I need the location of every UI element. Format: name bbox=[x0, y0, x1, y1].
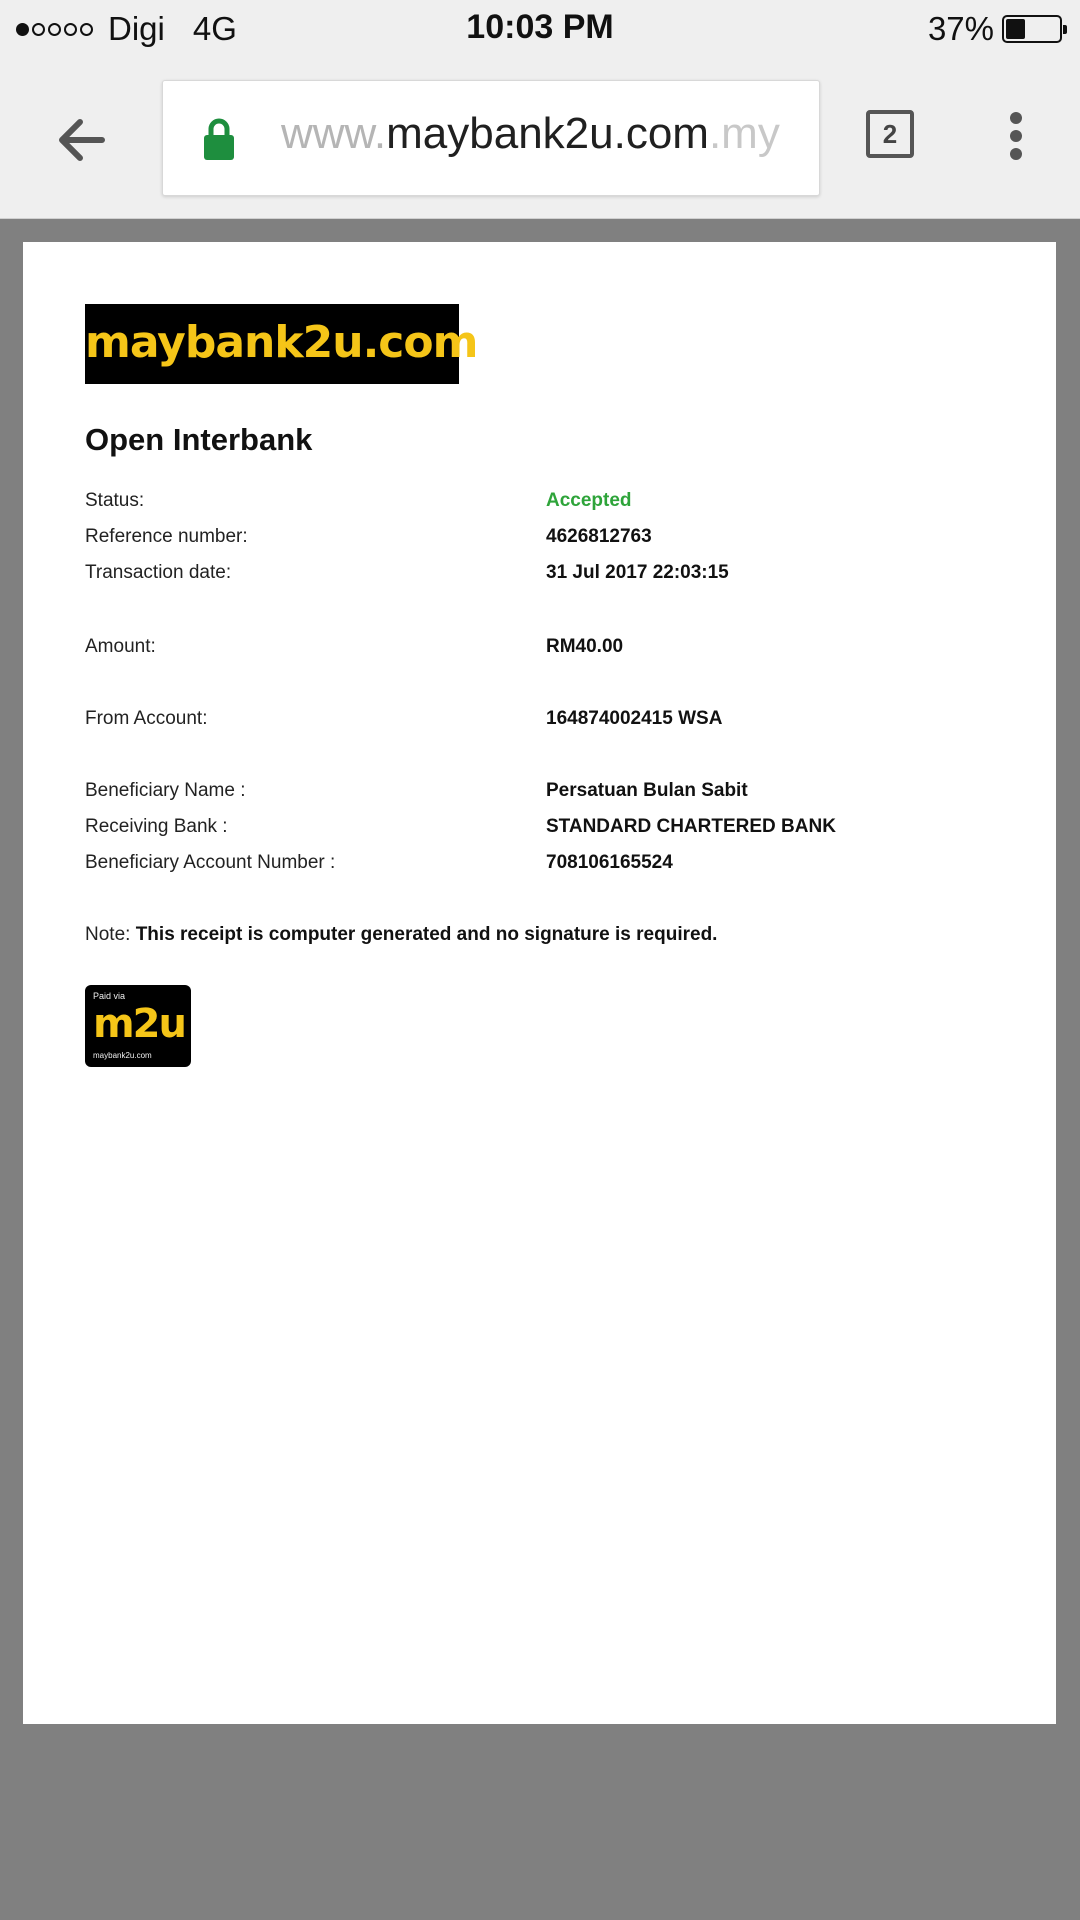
lock-icon bbox=[204, 118, 234, 160]
status-bar-right: 37% bbox=[927, 10, 1067, 48]
from-account-label: From Account: bbox=[85, 708, 208, 729]
back-button[interactable] bbox=[52, 110, 112, 170]
beneficiary-name-label: Beneficiary Name : bbox=[85, 780, 246, 801]
status-time: 10:03 PM bbox=[466, 8, 614, 46]
back-arrow-icon bbox=[59, 119, 105, 161]
note-prefix: Note: bbox=[85, 924, 131, 945]
status-bar: Digi 4G 10:03 PM 37% bbox=[0, 0, 1080, 60]
paid-via-m2u-badge: Paid via m2u maybank2u.com bbox=[85, 985, 191, 1067]
more-vertical-icon bbox=[1004, 112, 1028, 160]
overflow-menu-button[interactable] bbox=[1004, 112, 1028, 168]
reference-value: 4626812763 bbox=[546, 526, 652, 547]
url-prefix: www. bbox=[281, 109, 387, 158]
beneficiary-account-value: 708106165524 bbox=[546, 852, 673, 873]
reference-label: Reference number: bbox=[85, 526, 248, 547]
tab-switcher-button[interactable]: 2 bbox=[866, 110, 914, 158]
browser-toolbar: www.maybank2u.com.my 2 bbox=[0, 60, 1080, 219]
badge-brand: m2u bbox=[93, 1001, 187, 1047]
page-title: Open Interbank bbox=[85, 422, 313, 457]
status-value: Accepted bbox=[546, 490, 632, 511]
url-text: www.maybank2u.com.my bbox=[281, 109, 801, 159]
status-label: Status: bbox=[85, 490, 145, 511]
note-text: This receipt is computer generated and n… bbox=[135, 924, 718, 945]
maybank2u-logo: maybank2u.com bbox=[85, 304, 478, 384]
receipt-note: Note: This receipt is computer generated… bbox=[85, 924, 717, 946]
battery-icon bbox=[1002, 15, 1067, 43]
transaction-date-label: Transaction date: bbox=[85, 562, 232, 583]
beneficiary-name-value: Persatuan Bulan Sabit bbox=[546, 780, 748, 801]
battery-fill bbox=[1006, 19, 1025, 39]
battery-percent: 37% bbox=[927, 10, 994, 47]
from-account-value: 164874002415 WSA bbox=[546, 708, 723, 729]
amount-label: Amount: bbox=[85, 636, 156, 657]
receipt-page: maybank2u.com Open Interbank Status: Acc… bbox=[23, 242, 1056, 1724]
beneficiary-account-label: Beneficiary Account Number : bbox=[85, 852, 336, 873]
amount-value: RM40.00 bbox=[546, 636, 624, 657]
address-bar[interactable]: www.maybank2u.com.my bbox=[162, 80, 820, 196]
transaction-date-value: 31 Jul 2017 22:03:15 bbox=[546, 562, 729, 583]
url-domain: maybank2u.com bbox=[386, 109, 709, 158]
badge-site: maybank2u.com bbox=[93, 1051, 152, 1060]
url-suffix: .my bbox=[708, 109, 780, 158]
badge-paid-via: Paid via bbox=[93, 991, 126, 1001]
receiving-bank-label: Receiving Bank : bbox=[85, 816, 228, 837]
receiving-bank-value: STANDARD CHARTERED BANK bbox=[546, 816, 836, 837]
